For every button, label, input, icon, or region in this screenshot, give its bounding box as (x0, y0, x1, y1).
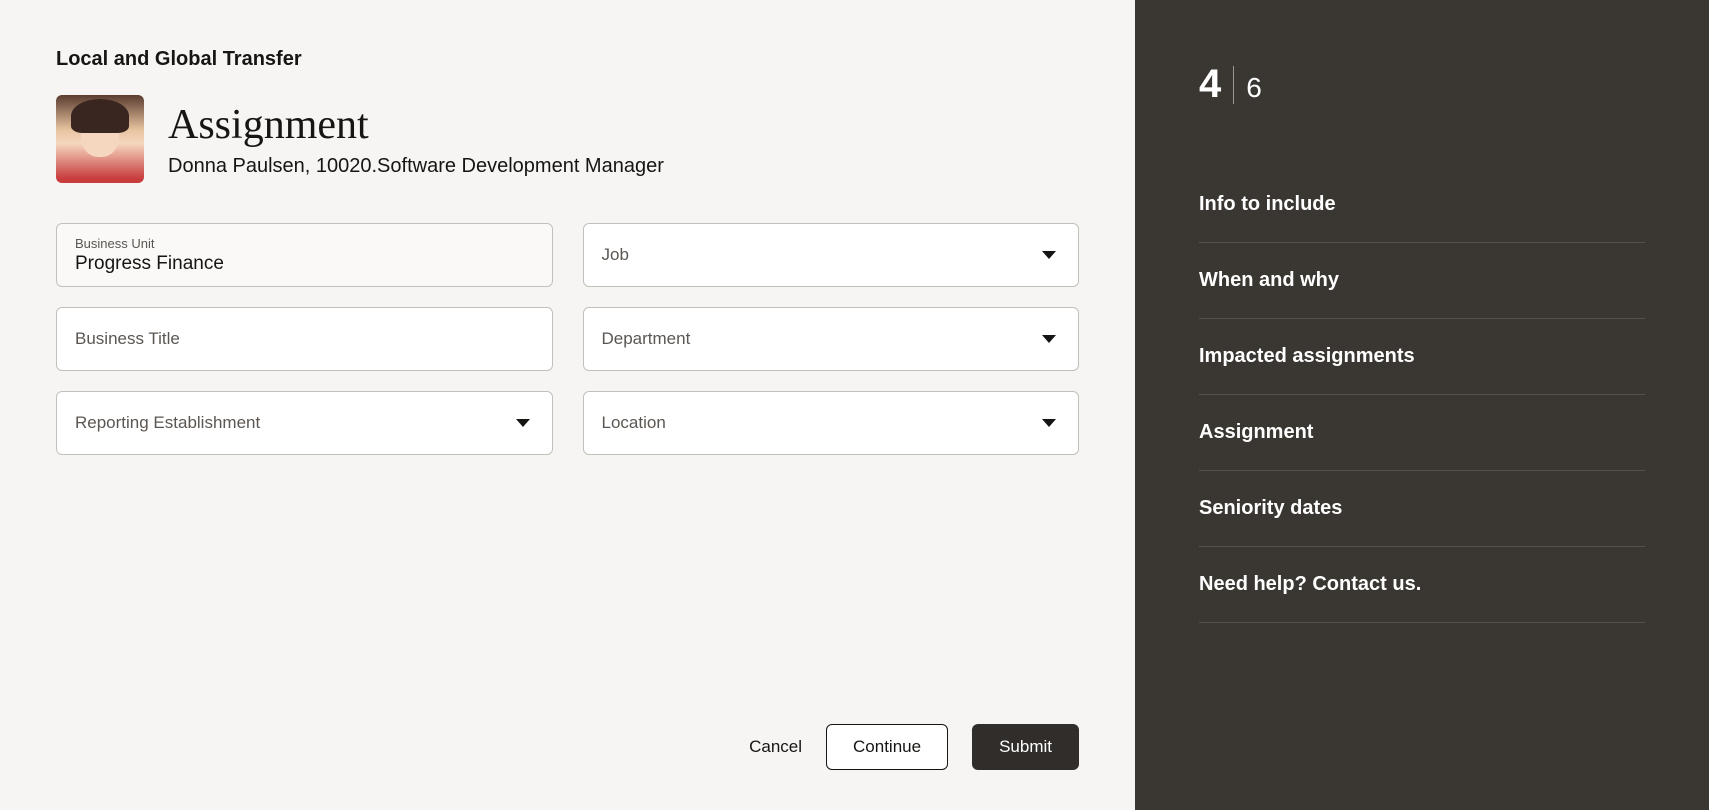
business-title-label: Business Title (75, 329, 534, 349)
job-select[interactable]: Job (583, 223, 1080, 287)
business-title-input[interactable]: Business Title (56, 307, 553, 371)
nav-list: Info to include When and why Impacted as… (1199, 167, 1645, 623)
continue-button[interactable]: Continue (826, 724, 948, 770)
department-label: Department (602, 329, 1061, 349)
business-unit-field: Business Unit Progress Finance (56, 223, 553, 287)
main-content: Local and Global Transfer Assignment Don… (0, 0, 1135, 810)
caret-down-icon (1042, 251, 1056, 259)
nav-item-info-to-include[interactable]: Info to include (1199, 167, 1645, 243)
business-unit-value: Progress Finance (75, 253, 534, 275)
nav-item-when-and-why[interactable]: When and why (1199, 243, 1645, 319)
page-title: Local and Global Transfer (56, 48, 1079, 71)
step-total: 6 (1246, 72, 1262, 104)
person-subtitle: Donna Paulsen, 10020.Software Developmen… (168, 155, 664, 178)
cancel-button[interactable]: Cancel (749, 737, 802, 757)
section-title: Assignment (168, 101, 664, 149)
location-select[interactable]: Location (583, 391, 1080, 455)
department-select[interactable]: Department (583, 307, 1080, 371)
nav-item-need-help[interactable]: Need help? Contact us. (1199, 547, 1645, 623)
submit-button[interactable]: Submit (972, 724, 1079, 770)
nav-item-impacted-assignments[interactable]: Impacted assignments (1199, 319, 1645, 395)
location-label: Location (602, 413, 1061, 433)
header-row: Assignment Donna Paulsen, 10020.Software… (56, 95, 1079, 183)
step-divider (1233, 66, 1234, 104)
business-unit-label: Business Unit (75, 236, 534, 251)
header-text-group: Assignment Donna Paulsen, 10020.Software… (168, 101, 664, 178)
caret-down-icon (516, 419, 530, 427)
footer-actions: Cancel Continue Submit (56, 684, 1079, 770)
form-grid: Business Unit Progress Finance Job Busin… (56, 223, 1079, 455)
job-label: Job (602, 245, 1061, 265)
avatar (56, 95, 144, 183)
caret-down-icon (1042, 335, 1056, 343)
sidebar: 4 6 Info to include When and why Impacte… (1135, 0, 1709, 810)
nav-item-seniority-dates[interactable]: Seniority dates (1199, 471, 1645, 547)
step-counter: 4 6 (1199, 62, 1645, 107)
caret-down-icon (1042, 419, 1056, 427)
reporting-establishment-select[interactable]: Reporting Establishment (56, 391, 553, 455)
step-current: 4 (1199, 62, 1221, 107)
reporting-establishment-label: Reporting Establishment (75, 413, 534, 433)
nav-item-assignment[interactable]: Assignment (1199, 395, 1645, 471)
